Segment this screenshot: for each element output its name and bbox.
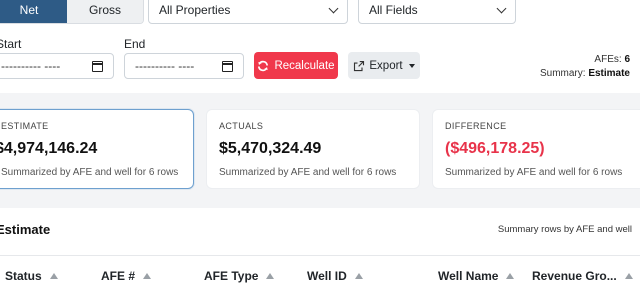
sort-up-icon (624, 273, 633, 279)
column-header-afe-type[interactable]: AFE Type (204, 269, 275, 283)
net-toggle-button[interactable]: Net (0, 0, 67, 23)
card-title: Difference (445, 121, 507, 131)
fields-select[interactable]: All Fields (358, 0, 516, 24)
estimate-card[interactable]: Estimate $4,974,146.24 Summarized by AFE… (0, 109, 194, 189)
afe-count: AFEs: 6 (594, 54, 630, 65)
column-header-well-name[interactable]: Well Name (438, 269, 515, 283)
sort-up-icon (266, 273, 275, 279)
refresh-icon (258, 60, 269, 71)
start-date-value: ---------- ---- (1, 59, 61, 73)
actuals-card[interactable]: Actuals $5,470,324.49 Summarized by AFE … (206, 109, 420, 189)
card-subtitle: Summarized by AFE and well for 6 rows (219, 167, 397, 178)
card-subtitle: Summarized by AFE and well for 6 rows (1, 167, 179, 178)
card-value: ($496,178.25) (445, 140, 545, 157)
end-date-value: ---------- ---- (135, 59, 195, 73)
sort-up-icon (143, 273, 152, 279)
gross-toggle-button[interactable]: Gross (67, 0, 143, 23)
end-date-label: End (124, 37, 146, 51)
summary-type-value: Estimate (588, 68, 630, 79)
card-value: $4,974,146.24 (0, 140, 98, 157)
card-title: Actuals (219, 121, 264, 131)
start-date-label: Start (0, 37, 22, 51)
recalculate-button[interactable]: Recalculate (254, 52, 338, 79)
calendar-icon[interactable] (92, 60, 103, 72)
sort-up-icon (506, 273, 515, 279)
caret-down-icon (408, 63, 415, 68)
chevron-down-icon (496, 3, 507, 13)
properties-select-value: All Properties (159, 3, 231, 17)
estimate-table-panel: Estimate Summary rows by AFE and well St… (0, 208, 640, 291)
sort-up-icon (49, 273, 58, 279)
chevron-down-icon (328, 3, 339, 13)
column-header-well-id[interactable]: Well ID (307, 269, 363, 283)
net-gross-toggle: Net Gross (0, 0, 144, 24)
export-label: Export (369, 59, 403, 72)
properties-select[interactable]: All Properties (148, 0, 348, 24)
start-date-input[interactable]: ---------- ---- (0, 53, 114, 79)
fields-select-value: All Fields (369, 3, 418, 17)
calendar-icon[interactable] (222, 60, 233, 72)
column-header-revenue-gross[interactable]: Revenue Gro... (532, 269, 633, 283)
card-value: $5,470,324.49 (219, 140, 322, 157)
afe-count-value: 6 (624, 54, 630, 65)
column-header-status[interactable]: Status (5, 269, 58, 283)
export-button[interactable]: Export (348, 52, 420, 79)
summary-type: Summary: Estimate (539, 68, 630, 79)
recalculate-label: Recalculate (274, 59, 335, 72)
difference-card[interactable]: Difference ($496,178.25) Summarized by A… (432, 109, 640, 189)
sort-up-icon (354, 273, 363, 279)
card-title: Estimate (1, 121, 49, 131)
table-note: Summary rows by AFE and well (497, 224, 632, 235)
divider (0, 255, 640, 256)
column-header-afe-number[interactable]: AFE # (101, 269, 152, 283)
card-subtitle: Summarized by AFE and well for 6 rows (445, 167, 623, 178)
export-icon (354, 60, 365, 71)
toolbar: Net Gross All Properties All Fields Star… (0, 0, 640, 93)
table-title: Estimate (0, 222, 51, 237)
end-date-input[interactable]: ---------- ---- (124, 53, 244, 79)
